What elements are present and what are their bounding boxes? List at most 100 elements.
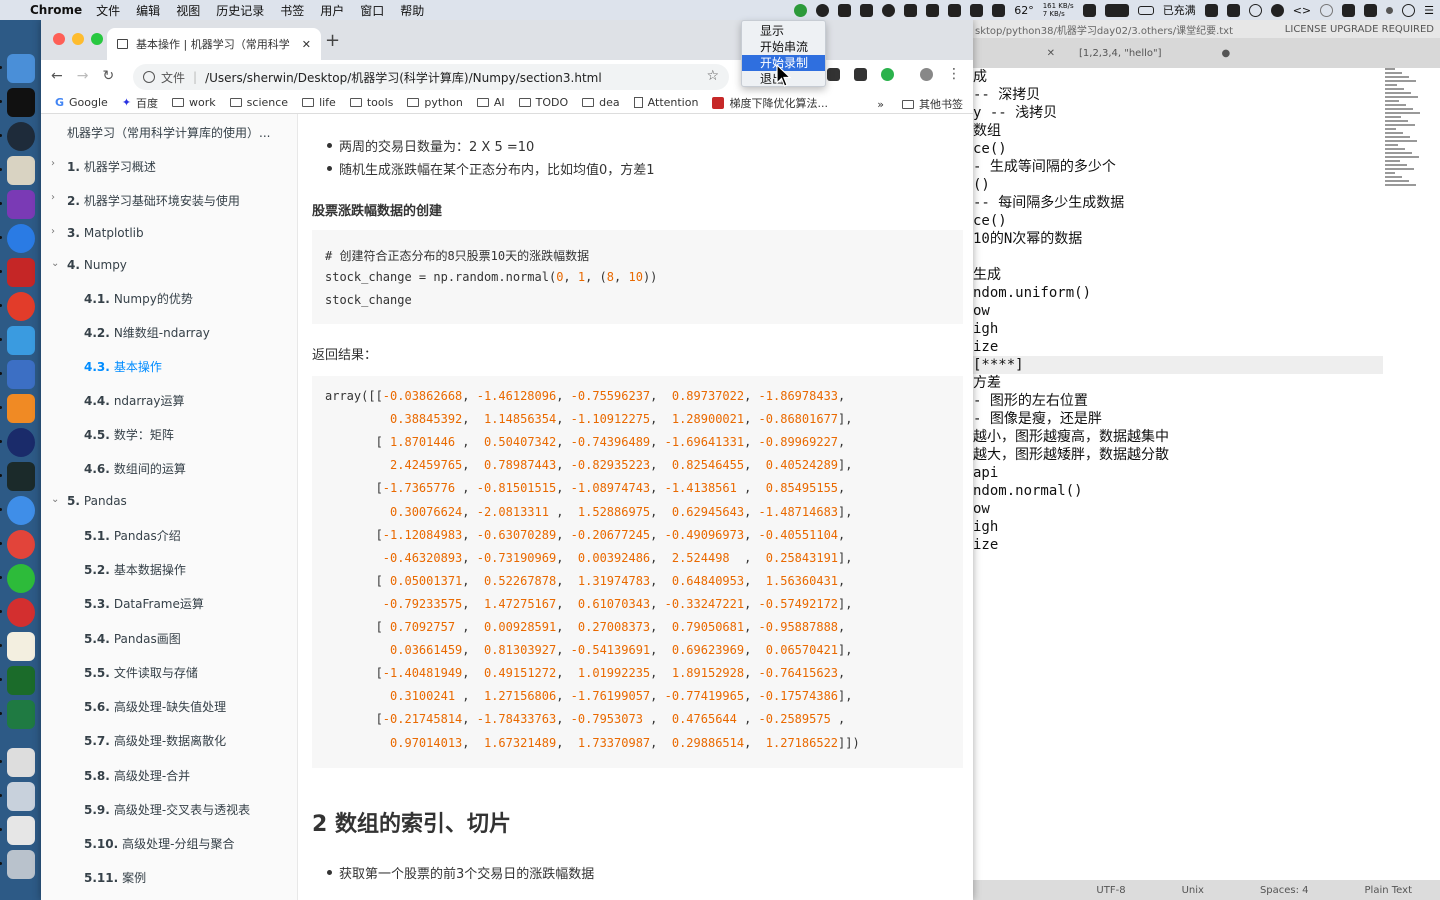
menu-view[interactable]: 视图 (176, 2, 200, 19)
omnibox[interactable]: 文件 | /Users/sherwin/Desktop/机器学习(科学计算库)/… (133, 64, 729, 90)
toc-item[interactable]: 5.1. Pandas介绍 (84, 527, 181, 544)
menu-help[interactable]: 帮助 (400, 2, 424, 19)
cloud-icon[interactable] (838, 3, 852, 17)
toc-item[interactable]: › 1. 机器学习概述 (51, 158, 156, 175)
toc-item[interactable]: 4.5. 数学：矩阵 (84, 426, 174, 443)
toc-item[interactable]: 5.8. 高级处理-合并 (84, 767, 190, 784)
bookmark-todo[interactable]: TODO (518, 96, 568, 109)
extension-x-icon[interactable] (827, 68, 840, 81)
bookmark-life[interactable]: life (302, 96, 336, 109)
recorder-icon[interactable] (816, 3, 830, 17)
menu-edit[interactable]: 编辑 (136, 2, 160, 19)
screenshot-icon[interactable] (0, 782, 35, 811)
chevron-right-icon[interactable]: › (51, 226, 55, 237)
sublime-text-icon[interactable] (0, 394, 35, 423)
menu-bookmarks[interactable]: 书签 (280, 2, 304, 19)
bookmark-baidu[interactable]: ✦ 百度 (122, 95, 158, 111)
chevron-down-icon[interactable]: ⌄ (51, 258, 59, 269)
bookmark-attention[interactable]: Attention (633, 96, 698, 109)
toc-item[interactable]: 5.2. 基本数据操作 (84, 561, 186, 578)
menu-item-show[interactable]: 显示 (742, 23, 825, 39)
menu-history[interactable]: 历史记录 (216, 2, 264, 19)
bookmark-dea[interactable]: dea (582, 96, 620, 109)
toc-item[interactable]: 5.6. 高级处理-缺失值处理 (84, 698, 226, 715)
toc-item[interactable]: 4.6. 数组间的运算 (84, 460, 186, 477)
pycharm-icon[interactable] (0, 666, 35, 695)
syntax-indicator[interactable]: Plain Text (1365, 885, 1412, 896)
status-green-icon[interactable] (794, 3, 808, 17)
pencil-app-icon[interactable] (0, 326, 35, 355)
circle-icon[interactable] (882, 3, 896, 17)
obs-icon[interactable] (0, 122, 35, 151)
toc-item[interactable]: 5.9. 高级处理-交叉表与透视表 (84, 801, 250, 818)
safari-icon[interactable] (0, 496, 35, 525)
encoding-indicator[interactable]: UTF-8 (1096, 885, 1125, 896)
menu-item-start-stream[interactable]: 开始串流 (742, 39, 825, 55)
toc-item[interactable]: ⌄ 5. Pandas (51, 494, 127, 508)
result-code-block[interactable]: array([[-0.03862668, -1.46128096, -0.755… (312, 376, 963, 768)
screen-app-icon[interactable] (0, 360, 35, 389)
grid-icon[interactable] (1226, 3, 1240, 17)
siri-icon[interactable] (1270, 3, 1284, 17)
toc-item[interactable]: 5.4. Pandas画图 (84, 630, 181, 647)
toc-item[interactable]: 4.1. Numpy的优势 (84, 290, 193, 307)
media-player-icon[interactable] (0, 428, 35, 457)
dot-icon[interactable] (1386, 6, 1394, 14)
url-text[interactable]: /Users/sherwin/Desktop/机器学习(科学计算库)/Numpy… (205, 69, 602, 86)
grammarly-icon[interactable] (881, 68, 894, 81)
toc-item[interactable]: 4.2. N维数组-ndarray (84, 324, 210, 341)
toc-book-title[interactable]: 机器学习（常用科学计算库的使用）... (67, 124, 270, 141)
bluetooth-icon[interactable] (1364, 3, 1378, 17)
notification-center-icon[interactable]: ☰ (1424, 4, 1434, 17)
onenote-icon[interactable] (0, 190, 35, 219)
window-icon[interactable] (904, 3, 918, 17)
bookmark-tools[interactable]: tools (349, 96, 393, 109)
sublime-editor[interactable]: 成 -- 深拷贝 y -- 浅拷贝 数组 ce() - 生成等间隔的多少个 () -- 每间隔… (973, 68, 1383, 554)
sublime-tab-1[interactable]: ✕ (973, 38, 1065, 68)
back-icon[interactable]: ← (51, 68, 63, 84)
toc-item[interactable]: ⌄ 4. Numpy (51, 258, 127, 272)
chevron-right-icon[interactable]: › (51, 192, 55, 203)
clock-icon[interactable] (1402, 3, 1416, 17)
dirty-dot-icon[interactable]: ● (1222, 48, 1231, 59)
netease-music-icon[interactable] (0, 598, 35, 627)
new-tab-button[interactable]: + (325, 30, 340, 51)
bookmark-work[interactable]: work (172, 96, 216, 109)
info-icon[interactable] (143, 71, 155, 83)
app-g-icon[interactable] (0, 292, 35, 321)
toc-item[interactable]: 5.5. 文件读取与存储 (84, 664, 198, 681)
minimize-window-button[interactable] (72, 33, 84, 45)
excel-icon[interactable] (0, 700, 35, 729)
close-icon[interactable]: ✕ (1047, 48, 1055, 59)
notes-icon[interactable] (0, 632, 35, 661)
toc-item[interactable]: › 3. Matplotlib (51, 226, 144, 240)
sublime-minimap[interactable] (1385, 68, 1425, 208)
tab-active[interactable]: 基本操作 | 机器学习（常用科学 ✕ (107, 28, 321, 60)
menu-people[interactable]: 用户 (320, 2, 344, 19)
bookmark-ai[interactable]: AI (476, 96, 505, 109)
wechat-icon[interactable] (0, 564, 35, 593)
close-window-button[interactable] (53, 33, 65, 45)
terminal-icon[interactable] (0, 88, 35, 117)
indentation-indicator[interactable]: Spaces: 4 (1260, 885, 1309, 896)
extension-store-icon[interactable] (854, 68, 867, 81)
dropbox-icon[interactable] (860, 3, 874, 17)
finder-icon[interactable] (0, 54, 35, 83)
profile-avatar-icon[interactable] (920, 68, 933, 81)
bookmark-python[interactable]: python (407, 96, 463, 109)
battery-status-label[interactable]: 已充满 (1163, 2, 1196, 18)
line-ending-indicator[interactable]: Unix (1182, 885, 1204, 896)
menubar-app-name[interactable]: Chrome (30, 3, 82, 17)
input-method-icon[interactable] (926, 3, 940, 17)
monitor-icon[interactable] (1082, 3, 1096, 17)
bookmark-star-icon[interactable]: ☆ (706, 68, 719, 84)
menu-file[interactable]: 文件 (96, 2, 120, 19)
sound-icon[interactable] (948, 3, 962, 17)
browser-icon[interactable] (0, 224, 35, 253)
activity-icon[interactable] (1104, 3, 1129, 17)
chrome-menu-icon[interactable]: ⋮ (947, 67, 961, 81)
chevron-down-icon[interactable]: ⌄ (51, 494, 59, 505)
code-block[interactable]: # 创建符合正态分布的8只股票10天的涨跌幅数据 stock_change = … (312, 230, 963, 324)
spotlight-icon[interactable] (1248, 3, 1262, 17)
temperature-icon[interactable] (992, 3, 1006, 17)
